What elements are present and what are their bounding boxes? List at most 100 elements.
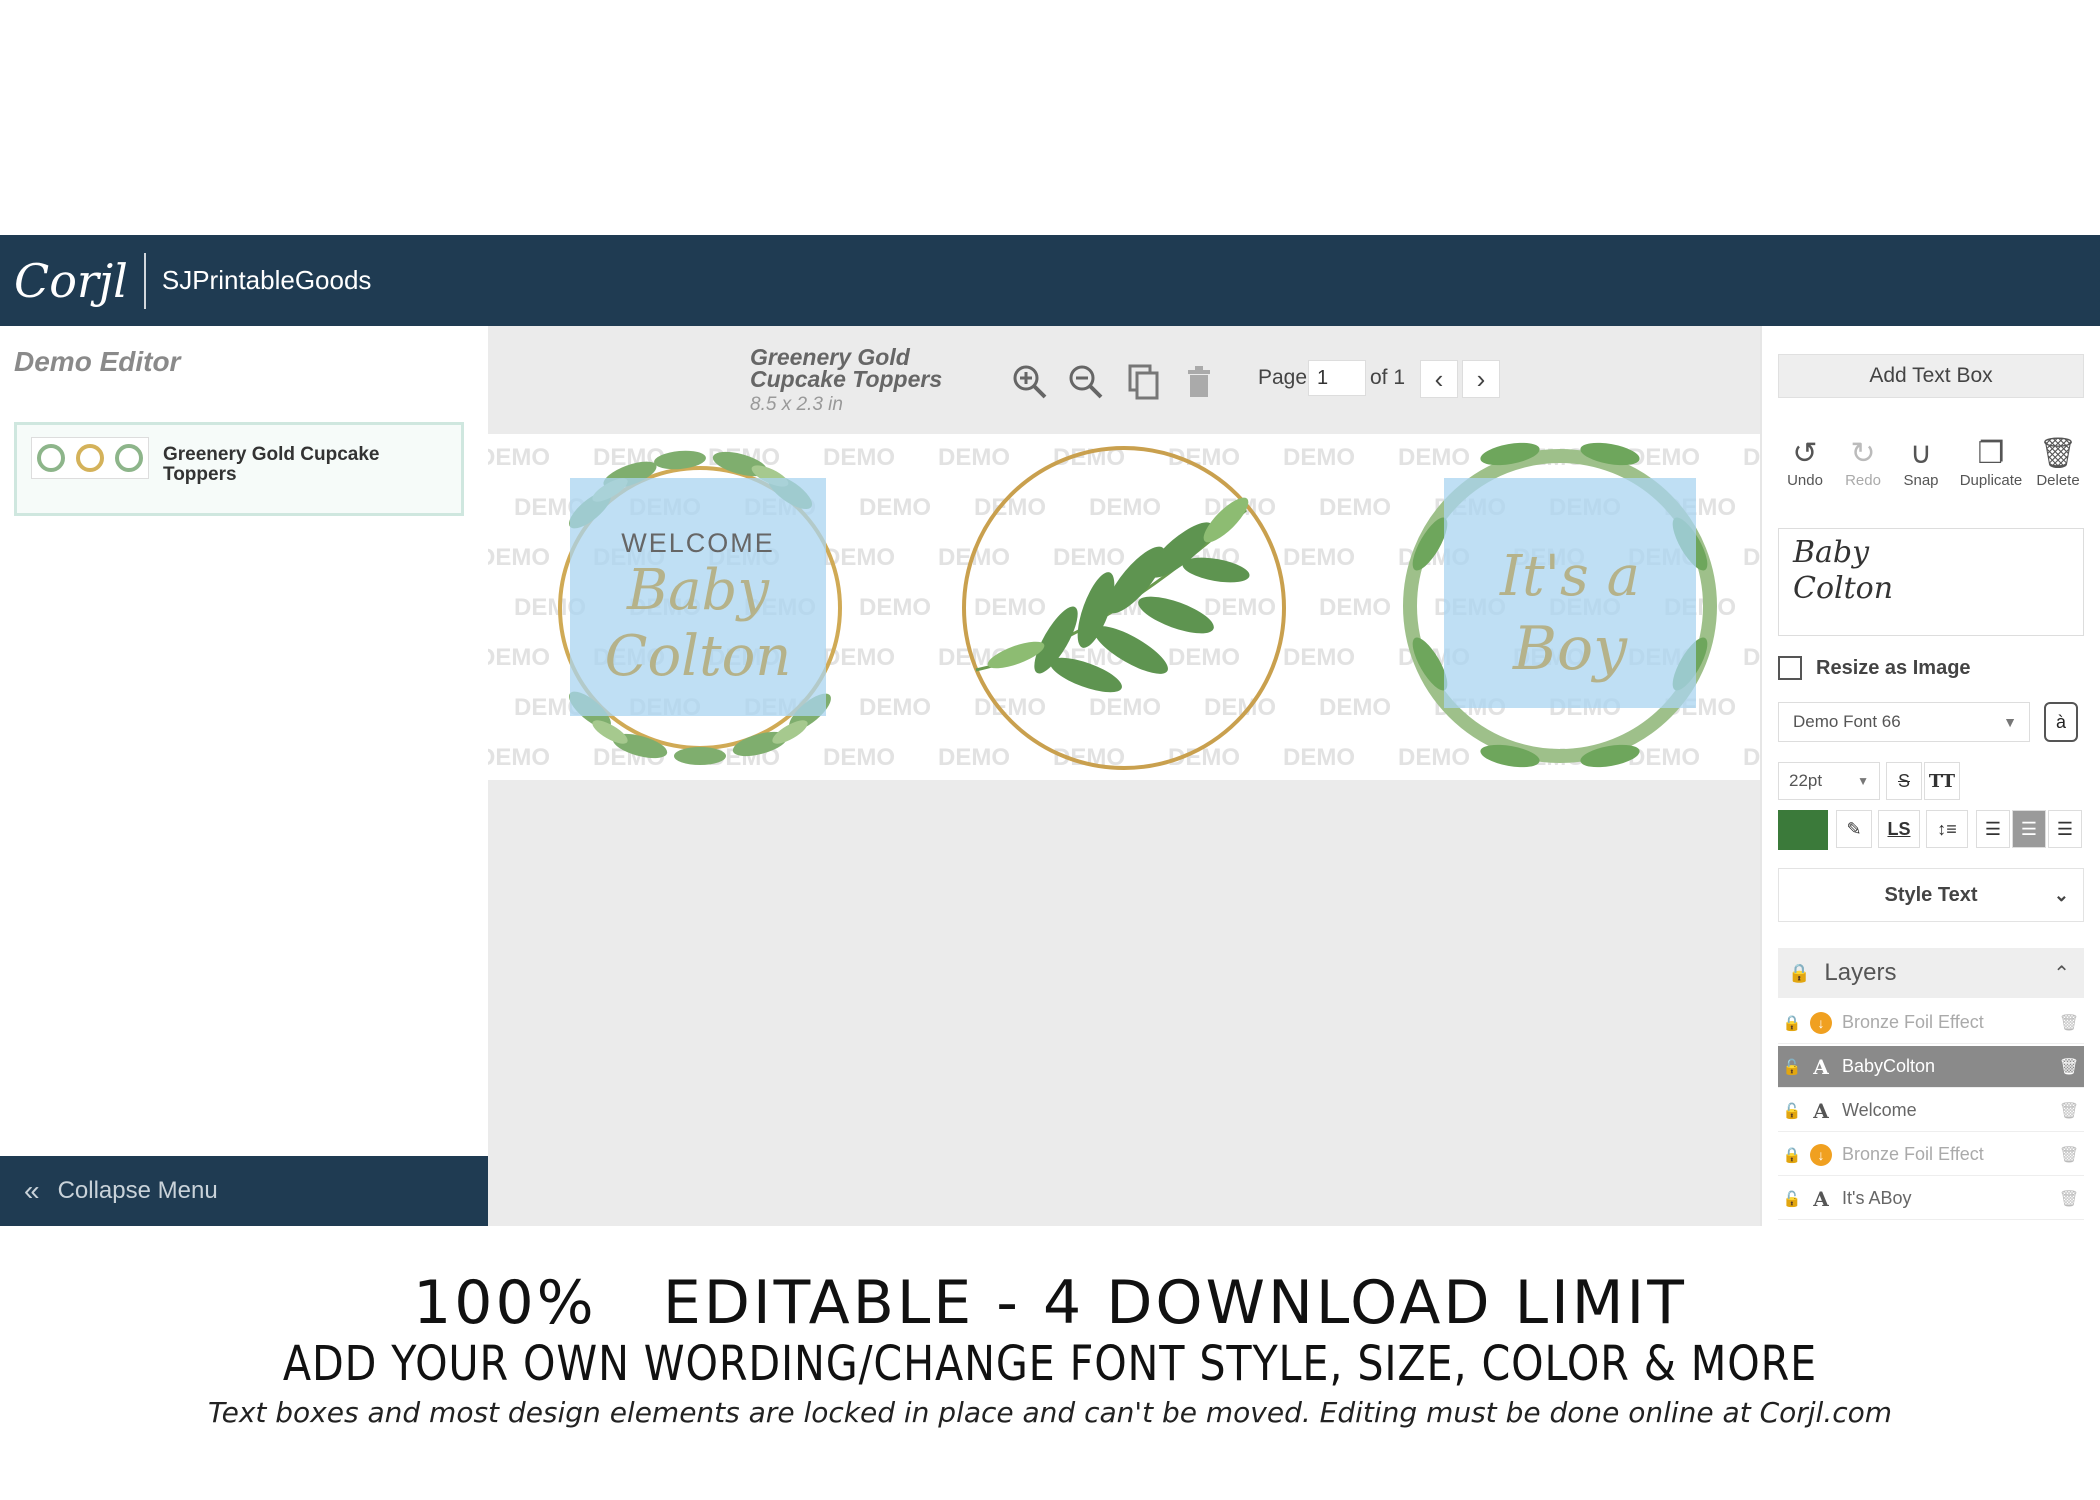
- layer-row[interactable]: 🔒 ↓ Bronze Foil Effect 🗑: [1778, 1134, 2084, 1176]
- demo-watermark: DEMO: [488, 644, 550, 671]
- layer-name: Bronze Foil Effect: [1842, 1012, 1984, 1032]
- demo-watermark: DEMO: [488, 544, 550, 571]
- demo-watermark: DEMO: [1319, 594, 1391, 621]
- demo-watermark: DEMO: [859, 694, 931, 721]
- prev-page-button[interactable]: ‹: [1420, 360, 1458, 398]
- demo-watermark: DEMO: [1319, 494, 1391, 521]
- trash-icon[interactable]: 🗑: [2054, 1189, 2084, 1209]
- unlock-icon[interactable]: 🔓: [1778, 1058, 1806, 1076]
- redo-label: Redo: [1845, 472, 1881, 489]
- add-text-box-button[interactable]: Add Text Box: [1778, 354, 2084, 398]
- leaf-branch-icon: [962, 446, 1286, 770]
- zoom-in-icon[interactable]: [1010, 362, 1050, 402]
- delete-button[interactable]: 🗑 Delete: [2030, 436, 2086, 489]
- project-card[interactable]: Greenery Gold Cupcake Toppers: [14, 422, 464, 516]
- lock-icon: 🔒: [1788, 962, 1811, 983]
- demo-watermark: DEMO: [488, 744, 550, 771]
- layer-row[interactable]: 🔓 A Welcome 🗑: [1778, 1090, 2084, 1132]
- demo-watermark: DEMO: [1319, 694, 1391, 721]
- document-size: 8.5 x 2.3 in: [750, 394, 843, 415]
- style-text-label: Style Text: [1884, 883, 1978, 906]
- trash-icon[interactable]: 🗑: [2054, 1101, 2084, 1121]
- font-select[interactable]: Demo Font 66 ▼: [1778, 702, 2030, 742]
- style-text-toggle[interactable]: Style Text ⌄: [1778, 868, 2084, 922]
- line-height-button[interactable]: ↕≡: [1926, 810, 1968, 848]
- layer-row[interactable]: 🔓 A BabyColton 🗑: [1778, 1046, 2084, 1088]
- page-number-input[interactable]: 1: [1308, 360, 1366, 396]
- letter-spacing-button[interactable]: LS: [1878, 810, 1920, 848]
- sidebar-title: Demo Editor: [14, 346, 181, 377]
- chevron-right-icon: ›: [1476, 363, 1486, 394]
- align-right-button[interactable]: ☰: [2048, 810, 2082, 848]
- magnet-icon: ∪: [1910, 437, 1932, 470]
- layer-row[interactable]: 🔓 A It's ABoy 🗑: [1778, 1178, 2084, 1220]
- topper-name-line1[interactable]: Baby: [570, 558, 826, 623]
- layers-title: Layers: [1824, 959, 1897, 986]
- undo-button[interactable]: ↺ Undo: [1778, 436, 1832, 489]
- redo-button[interactable]: ↻ Redo: [1838, 436, 1888, 489]
- preview-line1: Baby: [1793, 535, 1870, 570]
- demo-watermark: DEMO: [859, 494, 931, 521]
- design-canvas[interactable]: DEMO DEMO DEMO DEMO DEMO DEMO DEMO DEMO DEMO DEMO…: [488, 434, 1760, 780]
- trash-icon[interactable]: 🗑: [2054, 1057, 2084, 1077]
- next-page-button[interactable]: ›: [1462, 360, 1500, 398]
- delete-page-icon[interactable]: [1180, 362, 1220, 402]
- align-left-button[interactable]: ☰: [1976, 810, 2010, 848]
- demo-watermark: DEMO: [1743, 744, 1760, 771]
- layers-header[interactable]: 🔒 Layers ⌃: [1778, 948, 2084, 998]
- trash-icon: 🗑: [2038, 437, 2078, 470]
- text-layer-icon: A: [1813, 1054, 1829, 1079]
- align-center-icon: ☰: [2020, 818, 2038, 839]
- text-layer-icon: A: [1813, 1098, 1829, 1123]
- duplicate-icon: ❐: [1977, 437, 2005, 470]
- eyedropper-icon: ✎: [1846, 818, 1862, 839]
- resize-as-image-row[interactable]: Resize as Image: [1778, 656, 1971, 680]
- layer-row[interactable]: 🔒 ↓ Bronze Foil Effect 🗑: [1778, 1002, 2084, 1044]
- special-characters-button[interactable]: à: [2044, 702, 2078, 742]
- font-size-select[interactable]: 22pt ▼: [1778, 762, 1880, 800]
- duplicate-button[interactable]: ❐ Duplicate: [1954, 436, 2028, 489]
- topper-boy-text[interactable]: Boy: [1444, 614, 1696, 684]
- eyedropper-button[interactable]: ✎: [1836, 810, 1872, 848]
- left-sidebar: Demo Editor Greenery Gold Cupcake Topper…: [0, 326, 488, 1226]
- line-height-icon: ↕≡: [1937, 818, 1957, 839]
- top-bar: Corjl SJPrintableGoods: [0, 235, 2100, 326]
- topper-welcome-text[interactable]: WELCOME: [570, 528, 826, 559]
- topper-name-line2[interactable]: Colton: [570, 624, 826, 689]
- strikethrough-button[interactable]: S: [1886, 762, 1922, 800]
- document-title: Greenery Gold Cupcake Toppers: [750, 344, 943, 392]
- page-label: Page: [1258, 366, 1308, 389]
- lock-icon[interactable]: 🔒: [1778, 1146, 1806, 1164]
- font-select-value: Demo Font 66: [1793, 712, 1901, 731]
- align-center-button[interactable]: ☰: [2012, 810, 2046, 848]
- right-panel: Add Text Box ↺ Undo ↻ Redo ∪ Snap ❐ Dupl…: [1760, 326, 2100, 1226]
- layer-name: Welcome: [1842, 1100, 1917, 1120]
- zoom-out-icon[interactable]: [1066, 362, 1106, 402]
- snap-button[interactable]: ∪ Snap: [1896, 436, 1946, 489]
- dropdown-arrow-icon: ▼: [1857, 774, 1869, 788]
- unlock-icon[interactable]: 🔓: [1778, 1102, 1806, 1120]
- demo-watermark: DEMO: [1743, 544, 1760, 571]
- resize-as-image-checkbox[interactable]: [1778, 656, 1802, 680]
- collapse-menu-label: Collapse Menu: [57, 1177, 218, 1204]
- double-chevron-left-icon: «: [24, 1175, 40, 1206]
- text-color-swatch[interactable]: [1778, 810, 1828, 850]
- duplicate-label: Duplicate: [1959, 472, 2023, 489]
- topper-its-a-text[interactable]: It's a: [1444, 544, 1696, 609]
- trash-icon[interactable]: 🗑: [2054, 1013, 2084, 1033]
- all-caps-button[interactable]: TT: [1924, 762, 1960, 800]
- preview-line2: Colton: [1793, 571, 1894, 606]
- thumb-leaf-icon: [75, 444, 104, 472]
- corjl-logo[interactable]: Corjl: [14, 254, 128, 308]
- lock-icon[interactable]: 🔒: [1778, 1014, 1806, 1032]
- chevron-down-icon: ⌄: [2053, 884, 2069, 905]
- copy-page-icon[interactable]: [1124, 362, 1164, 402]
- text-preview-box[interactable]: Baby Colton: [1778, 528, 2084, 636]
- demo-watermark: DEMO: [1283, 544, 1355, 571]
- footer-note: Text boxes and most design elements are …: [207, 1396, 1893, 1429]
- align-right-icon: ☰: [2056, 818, 2074, 839]
- unlock-icon[interactable]: 🔓: [1778, 1190, 1806, 1208]
- trash-icon[interactable]: 🗑: [2054, 1145, 2084, 1165]
- thumb-wreath-icon: [114, 444, 143, 472]
- collapse-menu-button[interactable]: « Collapse Menu: [0, 1156, 488, 1226]
